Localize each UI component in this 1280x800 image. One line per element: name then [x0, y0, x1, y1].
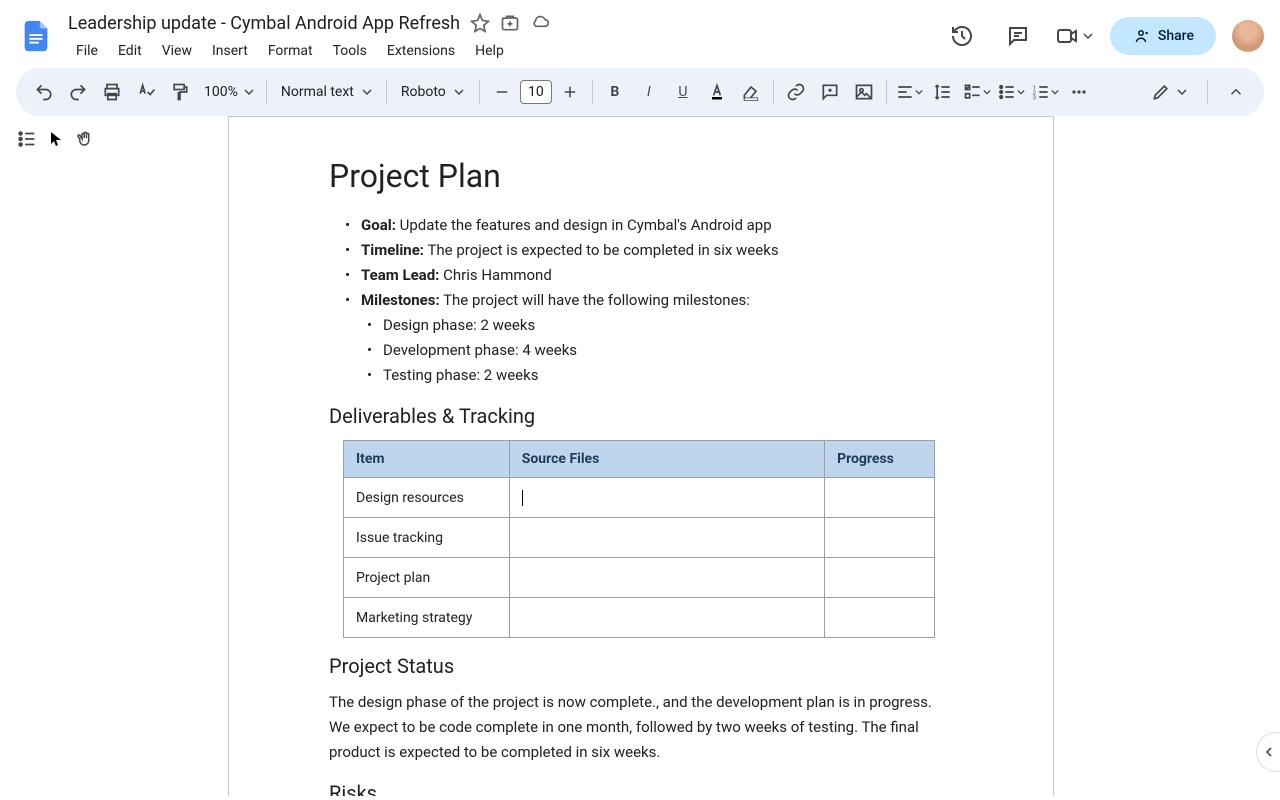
table-row: Project plan	[344, 558, 935, 598]
avatar[interactable]	[1232, 20, 1264, 52]
title-area: Leadership update - Cymbal Android App R…	[68, 9, 942, 63]
italic-button[interactable]: I	[633, 76, 665, 108]
th-item[interactable]: Item	[344, 441, 510, 478]
underline-button[interactable]: U	[667, 76, 699, 108]
sub-bullet-dev: Development phase: 4 weeks	[369, 338, 953, 363]
deliverables-table[interactable]: Item Source Files Progress Design resour…	[343, 440, 935, 638]
status-paragraph[interactable]: The design phase of the project is now c…	[329, 690, 953, 765]
menu-view[interactable]: View	[154, 39, 200, 63]
heading-risks[interactable]: Risks	[329, 781, 953, 796]
text-color-button[interactable]	[701, 76, 733, 108]
font-size-increase[interactable]	[554, 76, 586, 108]
style-value: Normal text	[281, 84, 354, 100]
menu-insert[interactable]: Insert	[204, 39, 256, 63]
bullet-timeline: Timeline: The project is expected to be …	[347, 238, 953, 263]
paint-format-button[interactable]	[164, 76, 196, 108]
checklist-button[interactable]	[961, 76, 993, 108]
font-select[interactable]: Roboto	[393, 84, 473, 100]
print-button[interactable]	[96, 76, 128, 108]
font-value: Roboto	[401, 84, 446, 100]
collapse-toolbar-button[interactable]	[1220, 76, 1252, 108]
font-size-input[interactable]: 10	[520, 80, 552, 104]
menu-extensions[interactable]: Extensions	[379, 39, 463, 63]
bullet-milestones: Milestones: The project will have the fo…	[347, 288, 953, 313]
heading-deliverables[interactable]: Deliverables & Tracking	[329, 404, 953, 428]
zoom-select[interactable]: 100%	[198, 84, 260, 100]
table-row: Issue tracking	[344, 518, 935, 558]
menu-help[interactable]: Help	[467, 39, 512, 63]
header-right: Share	[942, 16, 1264, 56]
menu-edit[interactable]: Edit	[110, 39, 150, 63]
paragraph-style-select[interactable]: Normal text	[273, 84, 380, 100]
table-header-row: Item Source Files Progress	[344, 441, 935, 478]
side-panel-toggle[interactable]	[1256, 732, 1280, 772]
share-button[interactable]: Share	[1110, 17, 1216, 55]
outline-icon[interactable]	[16, 128, 38, 150]
left-sidebar	[16, 128, 94, 150]
menu-bar: File Edit View Insert Format Tools Exten…	[68, 39, 942, 63]
th-source[interactable]: Source Files	[509, 441, 824, 478]
text-cursor	[522, 490, 523, 506]
undo-button[interactable]	[28, 76, 60, 108]
svg-text:3: 3	[1033, 96, 1036, 102]
table-row: Marketing strategy	[344, 598, 935, 638]
share-label: Share	[1158, 28, 1194, 44]
heading-project-plan[interactable]: Project Plan	[329, 157, 953, 195]
bold-button[interactable]: B	[599, 76, 631, 108]
doc-title[interactable]: Leadership update - Cymbal Android App R…	[68, 13, 460, 34]
th-progress[interactable]: Progress	[825, 441, 935, 478]
numbered-list-button[interactable]: 123	[1029, 76, 1061, 108]
hand-icon[interactable]	[76, 130, 94, 148]
meet-button[interactable]	[1054, 16, 1094, 56]
cursor-icon[interactable]	[50, 131, 64, 147]
star-icon[interactable]	[470, 13, 490, 33]
spellcheck-button[interactable]	[130, 76, 162, 108]
sub-bullet-design: Design phase: 2 weeks	[369, 313, 953, 338]
link-button[interactable]	[780, 76, 812, 108]
more-button[interactable]	[1063, 76, 1095, 108]
document-page[interactable]: Project Plan Goal: Update the features a…	[228, 116, 1054, 796]
docs-logo-icon[interactable]	[16, 16, 56, 56]
comments-icon[interactable]	[998, 16, 1038, 56]
zoom-value: 100%	[204, 84, 238, 100]
line-spacing-button[interactable]	[927, 76, 959, 108]
bullet-goal: Goal: Update the features and design in …	[347, 213, 953, 238]
bulleted-list-button[interactable]	[995, 76, 1027, 108]
toolbar: 100% Normal text Roboto 10 B I U 123	[16, 68, 1264, 116]
comment-button[interactable]	[814, 76, 846, 108]
align-button[interactable]	[893, 76, 925, 108]
move-icon[interactable]	[500, 13, 520, 33]
font-size-decrease[interactable]	[486, 76, 518, 108]
menu-format[interactable]: Format	[260, 39, 321, 63]
table-row: Design resources	[344, 478, 935, 518]
heading-status[interactable]: Project Status	[329, 654, 953, 678]
highlight-button[interactable]	[735, 76, 767, 108]
history-icon[interactable]	[942, 16, 982, 56]
app-header: Leadership update - Cymbal Android App R…	[0, 0, 1280, 64]
bullet-team-lead: Team Lead: Chris Hammond	[347, 263, 953, 288]
bullet-list[interactable]: Goal: Update the features and design in …	[347, 213, 953, 388]
menu-file[interactable]: File	[68, 39, 106, 63]
sub-bullet-testing: Testing phase: 2 weeks	[369, 363, 953, 388]
menu-tools[interactable]: Tools	[325, 39, 375, 63]
editing-mode-button[interactable]	[1143, 82, 1195, 102]
redo-button[interactable]	[62, 76, 94, 108]
cloud-icon[interactable]	[530, 13, 550, 33]
image-button[interactable]	[848, 76, 880, 108]
